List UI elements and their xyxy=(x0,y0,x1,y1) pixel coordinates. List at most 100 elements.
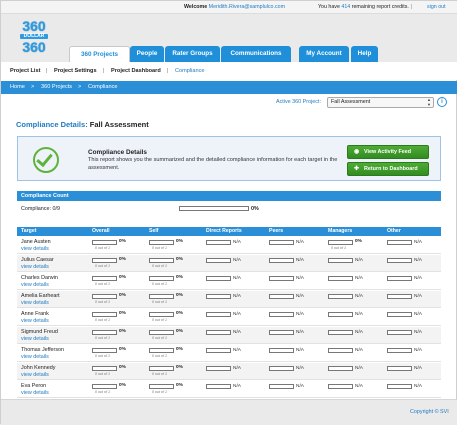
cell-percent: 0% xyxy=(176,365,183,370)
cell-percent: 0% xyxy=(176,329,183,334)
copyright-link[interactable]: Copyright © SVI xyxy=(410,409,449,415)
cell-progress-bar xyxy=(92,348,117,353)
cell-progress-bar xyxy=(92,384,117,389)
cell-percent: 0% xyxy=(119,257,126,262)
view-details-link[interactable]: view details xyxy=(21,246,49,252)
cell-progress-bar xyxy=(92,276,117,281)
cell-progress-bar xyxy=(328,366,353,371)
target-name: Thomas Jefferson xyxy=(21,347,65,353)
tab-help[interactable]: Help xyxy=(351,46,378,62)
target-name: Charles Darwin xyxy=(21,275,58,281)
table-row: Julius Caesar view details 0% 0 out of 1 0% 0… xyxy=(17,255,441,272)
not-applicable: N/A xyxy=(414,240,422,245)
cell-count: 0 out of 1 xyxy=(152,354,167,358)
col-target: Target xyxy=(21,228,37,234)
cell-count: 0 out of 1 xyxy=(95,336,110,340)
sign-out-link[interactable]: sign out xyxy=(427,1,446,13)
cell-progress-bar xyxy=(387,384,412,389)
target-name: Anne Frank xyxy=(21,311,49,317)
not-applicable: N/A xyxy=(233,330,241,335)
target-name: Julius Caesar xyxy=(21,257,54,263)
cell-progress-bar xyxy=(92,294,117,299)
cell-percent: 0% xyxy=(355,239,362,244)
cell-percent: 0% xyxy=(176,275,183,280)
tab-360-projects[interactable]: 360 Projects xyxy=(69,46,130,62)
cell-progress-bar xyxy=(269,330,294,335)
target-name: Eva Peron xyxy=(21,383,47,389)
cell-progress-bar xyxy=(387,294,412,299)
cell-count: 0 out of 1 xyxy=(95,390,110,394)
view-details-link[interactable]: view details xyxy=(21,354,49,360)
view-details-link[interactable]: view details xyxy=(21,318,49,324)
not-applicable: N/A xyxy=(414,312,422,317)
cell-count: 0 out of 1 xyxy=(95,282,110,286)
cell-count: 0 out of 1 xyxy=(152,282,167,286)
info-icon[interactable]: i xyxy=(437,97,447,107)
cell-progress-bar xyxy=(387,258,412,263)
cell-percent: 0% xyxy=(119,329,126,334)
project-select[interactable]: Fall Assessment ▲ ▼ xyxy=(327,97,434,108)
cell-percent: 0% xyxy=(176,347,183,352)
cell-progress-bar xyxy=(149,258,174,263)
not-applicable: N/A xyxy=(414,258,422,263)
not-applicable: N/A xyxy=(296,312,304,317)
breadcrumb-home[interactable]: Home xyxy=(10,81,25,94)
cell-percent: 0% xyxy=(176,257,183,262)
cell-percent: 0% xyxy=(176,383,183,388)
credits-count[interactable]: 414 xyxy=(341,4,350,10)
cell-progress-bar xyxy=(387,366,412,371)
cell-count: 0 out of 1 xyxy=(95,264,110,268)
breadcrumb: Home > 360 Projects > Compliance xyxy=(1,81,457,94)
cell-percent: 0% xyxy=(119,365,126,370)
not-applicable: N/A xyxy=(233,348,241,353)
cell-progress-bar xyxy=(387,240,412,245)
col-self: Self xyxy=(149,228,159,234)
subnav-project-dashboard[interactable]: Project Dashboard xyxy=(111,62,161,80)
not-applicable: N/A xyxy=(296,294,304,299)
view-details-link[interactable]: view details xyxy=(21,282,49,288)
not-applicable: N/A xyxy=(414,330,422,335)
cell-percent: 0% xyxy=(119,275,126,280)
tab-people[interactable]: People xyxy=(130,46,164,62)
table-row: Thomas Jefferson view details 0% 0 out of 1… xyxy=(17,345,441,362)
view-details-link[interactable]: view details xyxy=(21,300,49,306)
logo[interactable]: 360 DOLLAR 360 xyxy=(17,19,51,63)
cell-progress-bar xyxy=(206,276,231,281)
not-applicable: N/A xyxy=(355,348,363,353)
not-applicable: N/A xyxy=(233,258,241,263)
tab-rater-groups[interactable]: Rater Groups xyxy=(165,46,220,62)
return-to-dashboard-button[interactable]: ✚ Return to Dashboard xyxy=(347,162,429,176)
not-applicable: N/A xyxy=(233,384,241,389)
compliance-progress-bar xyxy=(179,206,249,211)
cell-progress-bar xyxy=(206,294,231,299)
view-details-link[interactable]: view details xyxy=(21,264,49,270)
view-details-link[interactable]: view details xyxy=(21,336,49,342)
view-activity-feed-button[interactable]: ◉ View Activity Feed xyxy=(347,145,429,159)
breadcrumb-compliance: Compliance xyxy=(88,84,118,90)
table-row: Jane Austen view details 0% 0 out of 1 0% 0 o… xyxy=(17,237,441,254)
tab-my-account[interactable]: My Account xyxy=(299,46,349,62)
col-overall: Overall xyxy=(92,228,110,234)
cell-progress-bar xyxy=(328,240,353,245)
user-email-link[interactable]: Meridith.Rivera@samplulco.com xyxy=(209,4,285,10)
not-applicable: N/A xyxy=(233,312,241,317)
check-circle-icon xyxy=(33,147,59,173)
breadcrumb-360-projects[interactable]: 360 Projects xyxy=(41,81,72,94)
header: 360 DOLLAR 360 360 Projects People Rater… xyxy=(1,14,457,62)
subnav-compliance[interactable]: Compliance xyxy=(175,62,205,80)
target-name: Jane Austen xyxy=(21,239,51,245)
welcome-message: Welcome Meridith.Rivera@samplulco.com xyxy=(184,4,285,10)
view-details-link[interactable]: view details xyxy=(21,390,49,396)
view-details-link[interactable]: view details xyxy=(21,372,49,378)
col-peers: Peers xyxy=(269,228,284,234)
table-row: John Kennedy view details 0% 0 out of 1 0% 0 … xyxy=(17,363,441,380)
subnav-project-list[interactable]: Project List xyxy=(10,62,40,80)
not-applicable: N/A xyxy=(296,384,304,389)
cell-count: 0 out of 1 xyxy=(152,264,167,268)
cell-progress-bar xyxy=(328,276,353,281)
not-applicable: N/A xyxy=(296,348,304,353)
not-applicable: N/A xyxy=(355,366,363,371)
col-other: Other xyxy=(387,228,401,234)
tab-communications[interactable]: Communications xyxy=(221,46,291,62)
subnav-project-settings[interactable]: Project Settings xyxy=(54,62,97,80)
